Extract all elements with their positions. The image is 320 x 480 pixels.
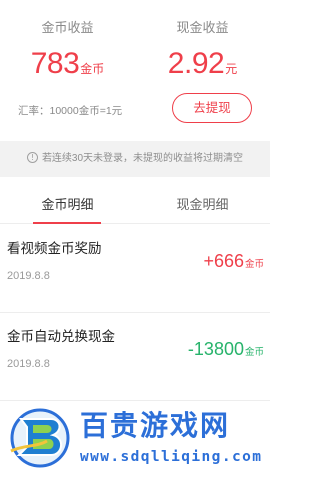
tab-coin-details[interactable]: 金币明细 xyxy=(0,178,135,224)
record-title: 金币自动兑换现金 xyxy=(7,329,115,344)
coin-amount-value: 783 xyxy=(30,47,80,80)
list-item[interactable]: 金币自动兑换现金 2019.8.8 -13800金币 xyxy=(0,313,270,401)
record-date: 2019.8.8 xyxy=(7,358,50,370)
active-tab-indicator xyxy=(33,222,101,224)
cash-earnings-amount: 2.92元 xyxy=(135,47,270,81)
record-amount: -13800金币 xyxy=(188,339,264,360)
record-amount-unit: 金币 xyxy=(244,259,264,270)
site-watermark: 百贵游戏网 www.sdqlliqing.com xyxy=(0,402,270,480)
record-date: 2019.8.8 xyxy=(7,270,50,282)
notice-text: 若连续30天未登录，未提现的收益将过期清空 xyxy=(41,153,244,164)
info-icon: ! xyxy=(26,151,38,163)
detail-tabs: 金币明细 现金明细 xyxy=(0,178,270,224)
withdraw-button[interactable]: 去提现 xyxy=(172,93,252,123)
exchange-rate: 汇率：10000金币=1元 xyxy=(18,105,123,117)
record-amount-unit: 金币 xyxy=(244,347,264,358)
coin-earnings-label: 金币收益 xyxy=(41,20,94,35)
site-logo-icon xyxy=(10,408,70,468)
earnings-summary: 金币收益 783金币 现金收益 2.92元 汇率：10000金币=1元 去提现 xyxy=(0,0,270,140)
coin-earnings-amount: 783金币 xyxy=(0,47,135,81)
record-amount-value: +666 xyxy=(203,251,244,271)
record-amount: +666金币 xyxy=(203,251,264,272)
tab-cash-details[interactable]: 现金明细 xyxy=(135,178,270,224)
record-amount-value: -13800 xyxy=(187,339,244,359)
coin-amount-unit: 金币 xyxy=(80,62,105,76)
cash-earnings-label: 现金收益 xyxy=(176,20,229,35)
cash-amount-unit: 元 xyxy=(225,62,238,76)
watermark-url: www.sdqlliqing.com xyxy=(80,449,263,465)
list-item[interactable]: 看视频金币奖励 2019.8.8 +666金币 xyxy=(0,225,270,313)
watermark-title: 百贵游戏网 xyxy=(80,409,231,442)
expiry-notice: ! 若连续30天未登录，未提现的收益将过期清空 xyxy=(0,141,270,177)
cash-amount-value: 2.92 xyxy=(167,47,225,80)
record-title: 看视频金币奖励 xyxy=(7,241,102,256)
